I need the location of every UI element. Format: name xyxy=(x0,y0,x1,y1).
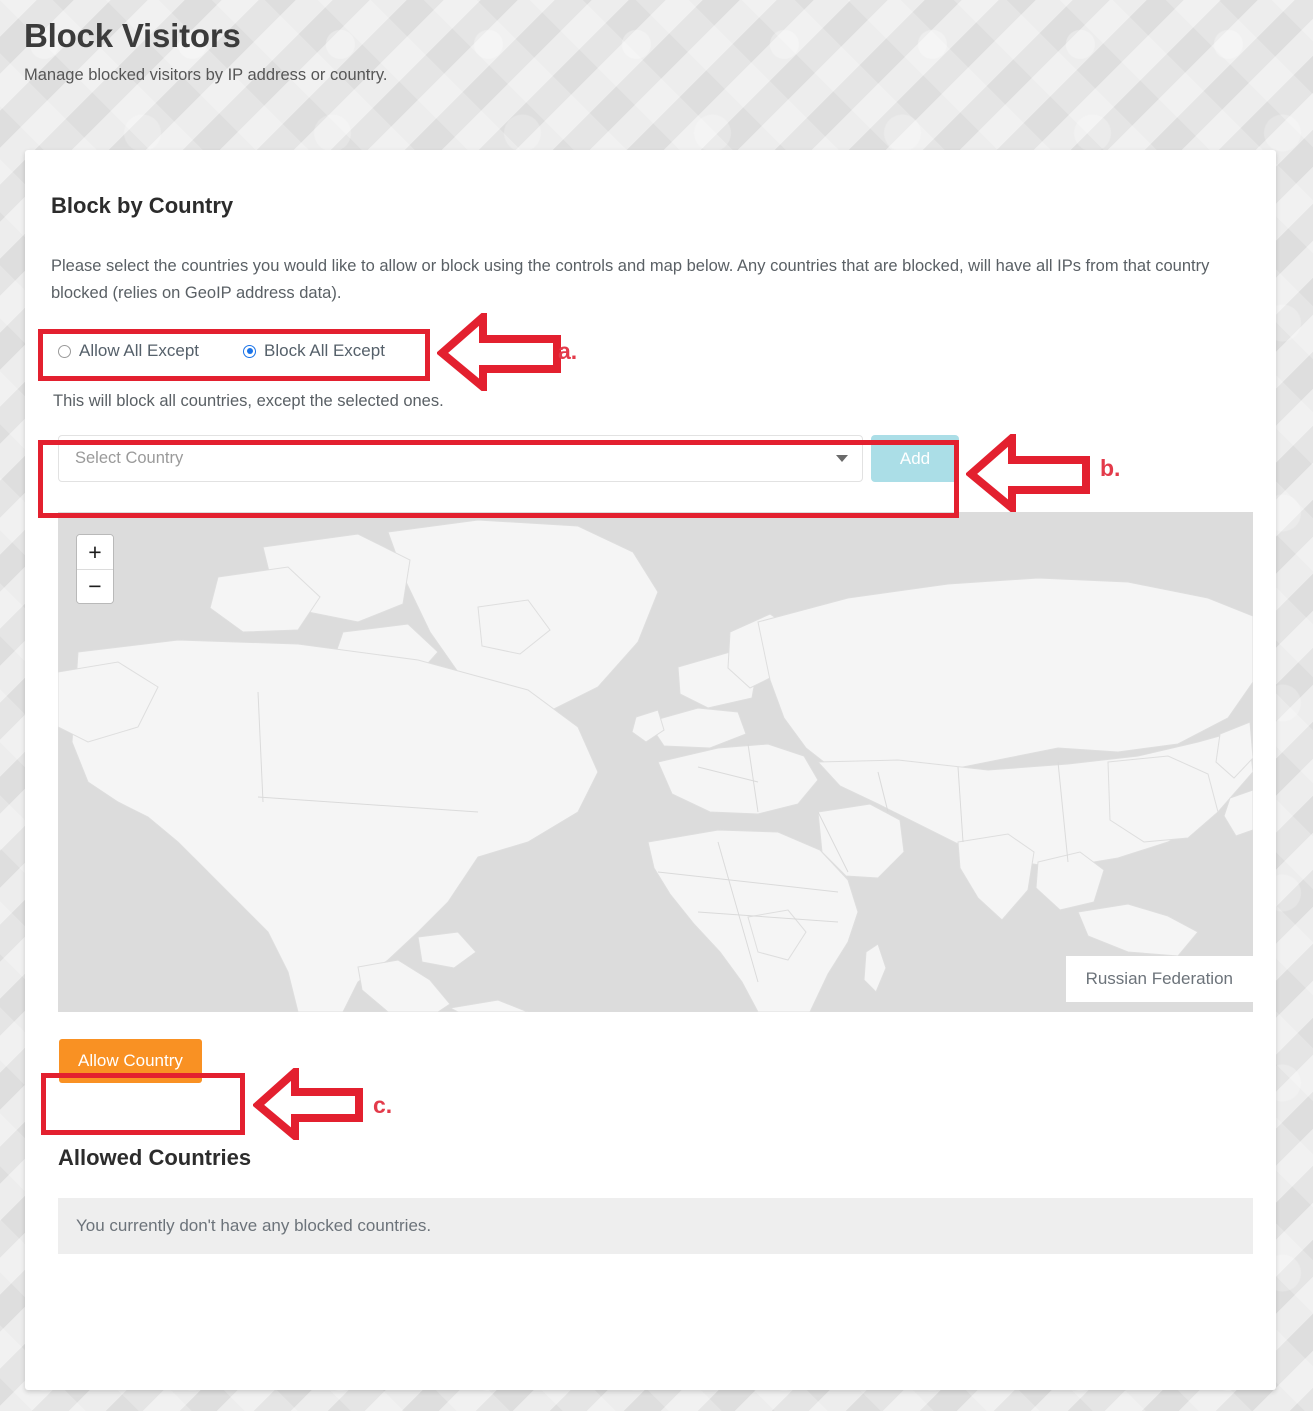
card-title: Block by Country xyxy=(51,193,234,218)
radio-block-all-except-label: Block All Except xyxy=(264,341,385,361)
card-description: Please select the countries you would li… xyxy=(51,257,1210,302)
allowed-countries-empty-state: You currently don't have any blocked cou… xyxy=(58,1198,1253,1255)
annotation-label-c: c. xyxy=(373,1092,393,1118)
mode-hint-text: This will block all countries, except th… xyxy=(53,392,444,411)
radio-block-all-except-indicator[interactable] xyxy=(243,344,256,358)
radio-allow-all-except-label: Allow All Except xyxy=(79,341,199,361)
add-country-button[interactable]: Add xyxy=(871,435,959,483)
map-zoom-out-button[interactable]: − xyxy=(77,569,113,604)
annotation-arrow-a xyxy=(437,313,561,391)
annotation-label-b: b. xyxy=(1100,455,1121,481)
allowed-countries-heading: Allowed Countries xyxy=(58,1145,252,1171)
radio-allow-all-except[interactable]: Allow All Except xyxy=(58,341,199,361)
country-select[interactable]: Select Country xyxy=(58,435,863,483)
map-country-tooltip: Russian Federation xyxy=(1065,956,1253,1003)
map-zoom-controls[interactable]: + − xyxy=(76,534,114,605)
world-map-svg xyxy=(58,512,1253,1013)
country-select-placeholder: Select Country xyxy=(75,449,184,468)
page-title: Block Visitors xyxy=(24,17,241,54)
annotation-arrow-b xyxy=(966,434,1090,512)
chevron-down-icon xyxy=(836,455,848,463)
page-header: Block Visitors Manage blocked visitors b… xyxy=(0,0,1313,85)
mode-radio-group: Allow All Except Block All Except xyxy=(51,334,1251,368)
radio-allow-all-except-indicator[interactable] xyxy=(58,344,71,358)
radio-block-all-except[interactable]: Block All Except xyxy=(243,341,385,361)
annotation-label-a: a. xyxy=(558,338,578,364)
allow-country-row: Allow Country xyxy=(51,1039,1251,1084)
block-by-country-card: Block by Country Please select the count… xyxy=(25,150,1276,1390)
annotation-arrow-c xyxy=(253,1068,363,1140)
page-subtitle: Manage blocked visitors by IP address or… xyxy=(24,66,388,85)
map-zoom-in-button[interactable]: + xyxy=(77,535,113,570)
allow-country-button[interactable]: Allow Country xyxy=(59,1039,202,1084)
world-map[interactable]: + − Russian Federation xyxy=(58,512,1253,1013)
